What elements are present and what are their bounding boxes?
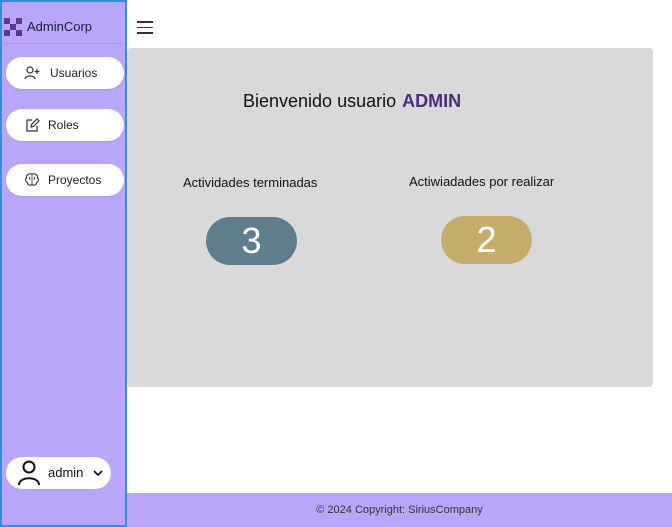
user-plus-icon bbox=[24, 66, 40, 80]
brand[interactable]: AdminCorp bbox=[4, 10, 125, 44]
sidebar-item-roles[interactable]: Roles bbox=[6, 109, 124, 141]
brand-logo-icon bbox=[4, 17, 22, 36]
sidebar-item-usuarios[interactable]: Usuarios bbox=[6, 57, 124, 89]
stat-label-terminadas: Actividades terminadas bbox=[183, 175, 318, 190]
brain-icon bbox=[25, 173, 39, 186]
footer: © 2024 Copyright: SiriusCompany bbox=[127, 493, 672, 527]
stat-label-por-realizar: Actiwiadades por realizar bbox=[409, 174, 555, 189]
welcome-heading: Bienvenido usuario ADMIN bbox=[243, 91, 461, 112]
dashboard-card: Bienvenido usuario ADMIN Actividades term… bbox=[127, 48, 653, 387]
footer-copyright: © 2024 Copyright: SiriusCompany bbox=[316, 504, 483, 516]
welcome-user: ADMIN bbox=[402, 91, 462, 111]
sidebar-item-label: Usuarios bbox=[50, 66, 98, 80]
edit-icon bbox=[26, 118, 40, 132]
chevron-down-icon bbox=[93, 470, 103, 477]
stat-value-por-realizar: 2 bbox=[441, 216, 532, 264]
user-icon bbox=[18, 460, 40, 486]
sidebar-item-label: Proyectos bbox=[48, 173, 102, 187]
user-menu-button[interactable]: admin bbox=[6, 457, 111, 489]
sidebar: AdminCorp Usuarios Roles Proyectos admin bbox=[0, 0, 127, 527]
user-name: admin bbox=[48, 465, 84, 480]
menu-icon[interactable] bbox=[137, 21, 153, 35]
stat-value-terminadas: 3 bbox=[206, 217, 297, 265]
sidebar-item-proyectos[interactable]: Proyectos bbox=[6, 164, 124, 196]
brand-name: AdminCorp bbox=[27, 19, 93, 34]
welcome-text: Bienvenido usuario bbox=[243, 91, 397, 111]
sidebar-item-label: Roles bbox=[48, 118, 79, 132]
